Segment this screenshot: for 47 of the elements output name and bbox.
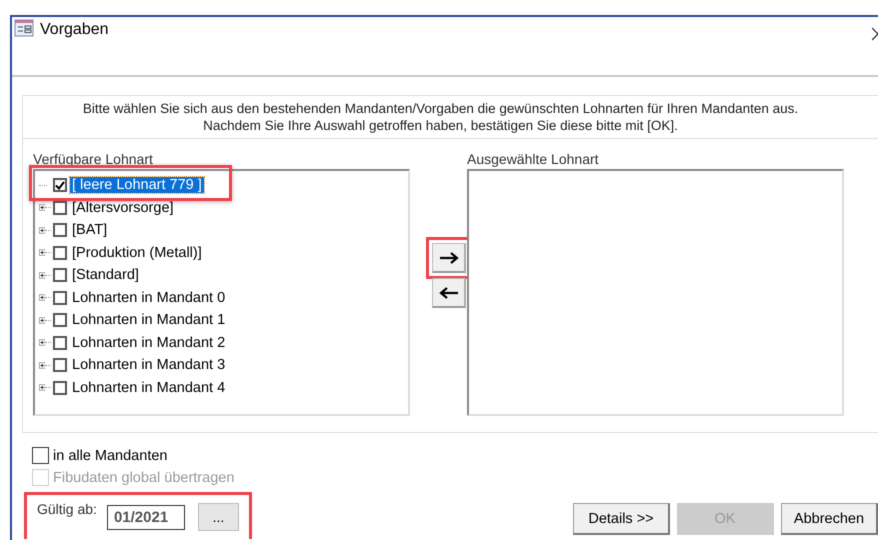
left-arrow-icon — [438, 286, 458, 298]
date-field[interactable]: 01/2021 — [106, 504, 185, 530]
expand-icon[interactable] — [39, 226, 46, 235]
checkbox[interactable] — [53, 313, 67, 328]
expand-icon[interactable] — [39, 248, 46, 258]
checkbox[interactable] — [53, 223, 67, 238]
right-arrow-icon — [438, 252, 458, 264]
list-label: Ausgewählte Lohnart — [467, 151, 600, 167]
checkbox-label: in alle Mandanten — [53, 448, 168, 464]
checkbox[interactable] — [53, 246, 67, 260]
instruction-text: Bitte wählen Sie sich aus den bestehenden Mandanten/Vorgaben die gewünschten Lohnarten für Ihren Mandanten aus. — [82, 100, 798, 117]
tree-item[interactable]: Lohnarten in Mandant 0 — [70, 290, 228, 306]
list-label: Verfügbare Lohnart — [33, 151, 154, 167]
tree-item[interactable]: [ leere Lohnart 779 ] — [70, 177, 204, 194]
dialog-button[interactable]: Abbrechen — [781, 503, 878, 535]
expand-icon[interactable] — [39, 338, 46, 348]
tree-item[interactable]: Lohnarten in Mandant 1 — [70, 312, 228, 328]
expand-icon[interactable] — [39, 383, 46, 392]
tree-item[interactable]: Lohnarten in Mandant 2 — [70, 334, 228, 351]
checkbox[interactable] — [53, 268, 67, 282]
tree-item[interactable]: Lohnarten in Mandant 4 — [70, 380, 228, 396]
expand-icon[interactable] — [39, 203, 46, 212]
checkbox[interactable] — [53, 336, 67, 350]
checkbox[interactable] — [53, 200, 67, 215]
tree-item[interactable]: [BAT] — [70, 222, 110, 238]
expand-icon[interactable] — [39, 270, 46, 280]
field-label: Gültig ab: — [37, 501, 97, 517]
checkbox[interactable] — [53, 290, 67, 305]
move-button[interactable] — [432, 278, 466, 308]
tree-item[interactable]: [Altersvorsorge] — [70, 200, 176, 216]
checkbox[interactable] — [32, 447, 49, 464]
expand-icon[interactable] — [39, 293, 46, 302]
window-title: Vorgaben — [40, 21, 109, 39]
form-icon — [14, 19, 34, 37]
checkbox[interactable] — [53, 380, 67, 395]
tree-item[interactable]: Lohnarten in Mandant 3 — [70, 357, 228, 374]
tree-item[interactable]: [Produktion (Metall)] — [70, 244, 204, 261]
tree-item[interactable]: [Standard] — [70, 267, 141, 284]
checkbox-label: Fibudaten global übertragen — [53, 470, 234, 486]
checkbox[interactable] — [53, 178, 67, 192]
expand-icon[interactable] — [39, 316, 46, 325]
close-icon[interactable] — [872, 27, 878, 41]
dialog-button[interactable]: Details >> — [573, 503, 670, 535]
instruction-text: Nachdem Sie Ihre Auswahl getroffen haben, bestätigen Sie diese bitte mit [OK]. — [203, 117, 678, 134]
expand-icon[interactable] — [39, 360, 46, 370]
checkbox[interactable] — [53, 358, 67, 372]
browse-button[interactable]: ... — [198, 503, 239, 531]
